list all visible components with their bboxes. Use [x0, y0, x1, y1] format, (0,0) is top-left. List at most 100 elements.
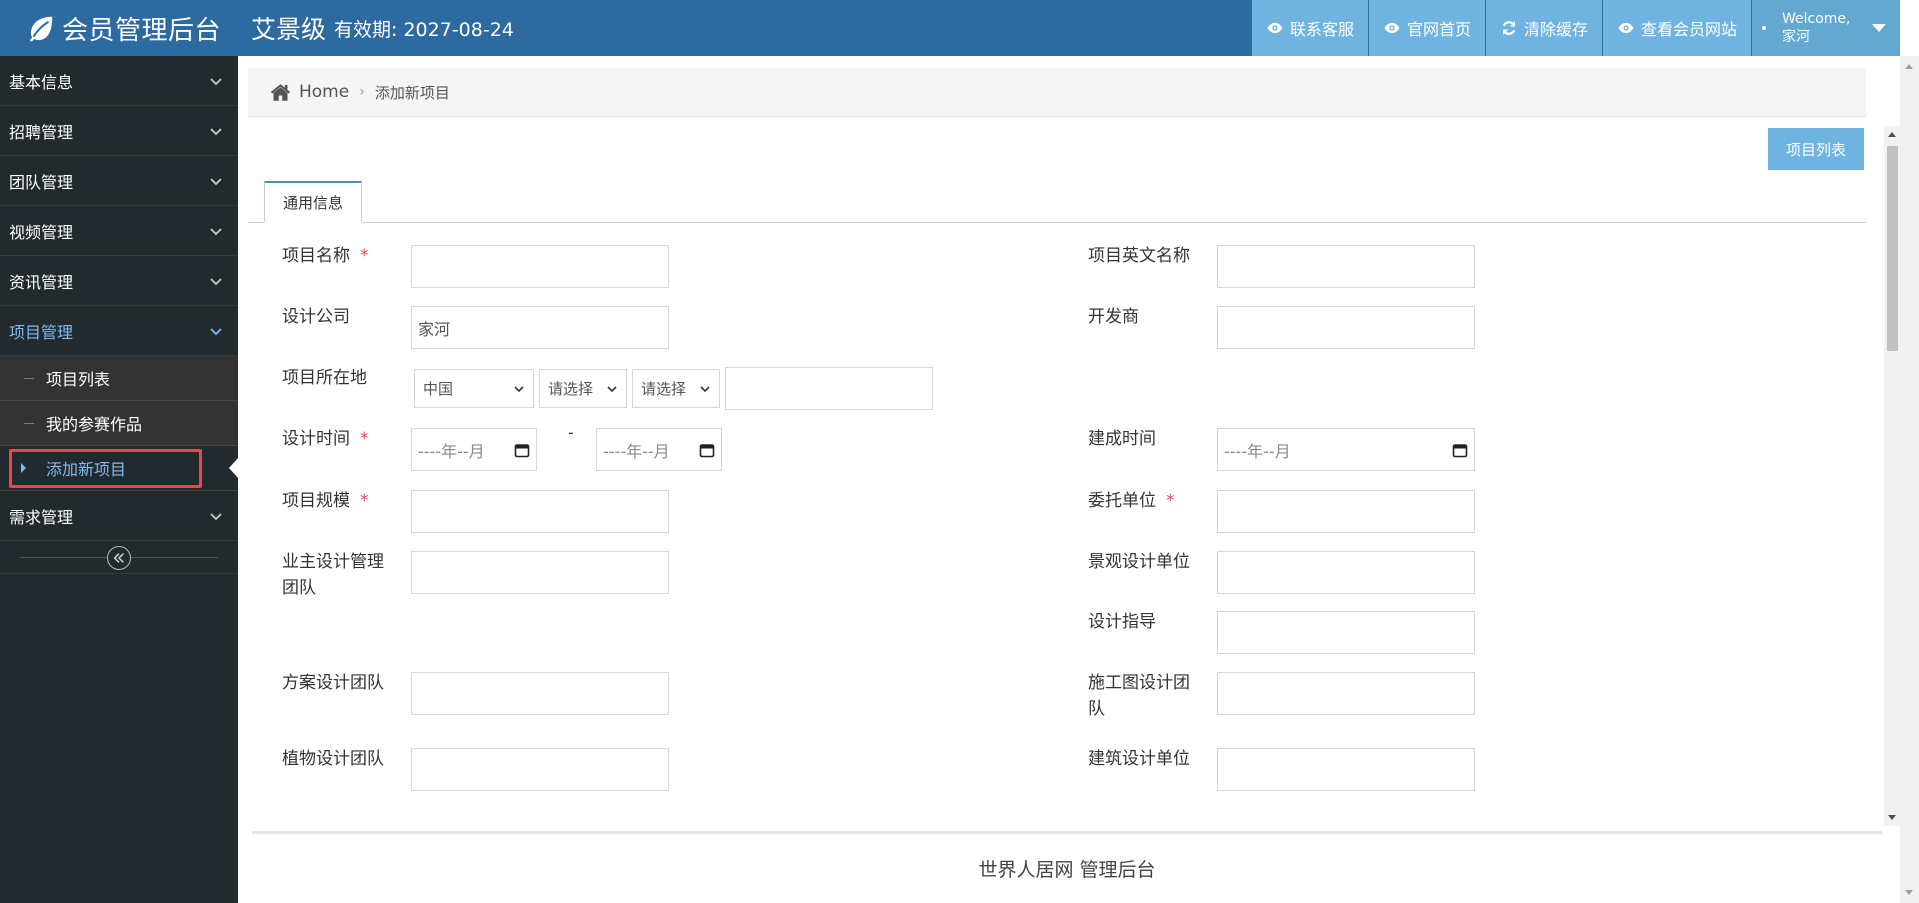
- design-time-end-input[interactable]: ----年--月: [596, 428, 722, 471]
- user-name: 家河: [1782, 29, 1810, 45]
- sidebar-item-basic-info[interactable]: 基本信息: [0, 56, 238, 106]
- sidebar-item-label: 视频管理: [9, 222, 74, 242]
- eye-icon: [1267, 22, 1283, 34]
- sidebar-subitem-project-list[interactable]: 项目列表: [0, 356, 238, 401]
- user-menu[interactable]: Welcome, 家河: [1751, 0, 1900, 56]
- chevron-down-icon: [210, 127, 222, 135]
- required-mark: *: [1166, 491, 1175, 511]
- view-member-site-button[interactable]: 查看会员网站: [1601, 0, 1751, 56]
- contact-service-button[interactable]: 联系客服: [1250, 0, 1368, 56]
- architecture-unit-input[interactable]: [1217, 748, 1475, 791]
- refresh-icon: [1502, 21, 1516, 35]
- design-company-input[interactable]: 家河: [411, 306, 669, 349]
- project-name-label: 项目名称 *: [282, 246, 369, 266]
- plant-team-label: 植物设计团队: [282, 749, 384, 769]
- date-range-dash: -: [568, 423, 574, 442]
- sidebar-item-label: 需求管理: [9, 507, 74, 527]
- completion-time-input[interactable]: ----年--月: [1217, 428, 1475, 471]
- construction-team-label: 施工图设计团队: [1088, 673, 1190, 719]
- province-value: 请选择: [548, 380, 594, 398]
- sidebar-item-label: 资讯管理: [9, 272, 74, 292]
- city-select[interactable]: 请选择: [632, 369, 720, 408]
- breadcrumb-home-link[interactable]: Home: [299, 82, 349, 102]
- construction-team-input[interactable]: [1217, 672, 1475, 715]
- province-select[interactable]: 请选择: [539, 369, 627, 408]
- sidebar-subitem-add-project[interactable]: 添加新项目: [0, 446, 238, 491]
- owner-team-input[interactable]: [411, 551, 669, 594]
- tab-general-info[interactable]: 通用信息: [264, 181, 362, 223]
- caret-down-icon: [1872, 24, 1886, 32]
- sidebar-item-label: 基本信息: [9, 72, 74, 92]
- calendar-icon: [514, 443, 530, 457]
- chevron-down-icon: [514, 385, 524, 392]
- address-input[interactable]: [725, 367, 933, 410]
- project-list-button[interactable]: 项目列表: [1768, 128, 1864, 170]
- active-notch: [229, 458, 238, 478]
- sidebar-item-label: 招聘管理: [9, 122, 74, 142]
- contact-service-label: 联系客服: [1289, 20, 1354, 39]
- project-name-input[interactable]: [411, 245, 669, 288]
- sidebar-item-news[interactable]: 资讯管理: [0, 256, 238, 306]
- chevron-down-icon: [210, 227, 222, 235]
- expiry-date: 有效期: 2027-08-24: [334, 18, 514, 41]
- subitem-label: 添加新项目: [46, 460, 127, 479]
- developer-label: 开发商: [1088, 307, 1139, 327]
- country-select[interactable]: 中国: [414, 369, 534, 408]
- plant-team-input[interactable]: [411, 748, 669, 791]
- caret-right-icon: [21, 463, 26, 473]
- brand: 会员管理后台 艾景级 有效期: 2027-08-24: [26, 10, 514, 46]
- scrollbar-thumb[interactable]: [1887, 146, 1898, 351]
- nav-buttons: 联系客服 官网首页 清除缓存 查看会员网站 Welcome, 家河: [1250, 0, 1900, 56]
- brand-title: 会员管理后台: [62, 15, 222, 46]
- design-company-label: 设计公司: [282, 307, 350, 327]
- sidebar-item-video[interactable]: 视频管理: [0, 206, 238, 256]
- developer-input[interactable]: [1217, 306, 1475, 349]
- project-submenu: 项目列表 我的参赛作品 添加新项目: [0, 356, 238, 491]
- sidebar-item-label: 项目管理: [9, 322, 74, 342]
- date-placeholder: ----年--月: [1224, 441, 1291, 461]
- footer-text: 世界人居网 管理后台: [978, 859, 1156, 881]
- required-mark: *: [360, 491, 369, 511]
- sidebar-subitem-my-entries[interactable]: 我的参赛作品: [0, 401, 238, 446]
- project-en-name-label: 项目英文名称: [1088, 246, 1190, 266]
- project-en-name-input[interactable]: [1217, 245, 1475, 288]
- scale-label: 项目规模 *: [282, 491, 369, 511]
- sidebar-item-demand[interactable]: 需求管理: [0, 491, 238, 541]
- chevron-down-icon: [210, 327, 222, 335]
- calendar-icon: [1452, 443, 1468, 457]
- scale-input[interactable]: [411, 490, 669, 533]
- double-chevron-left-icon: [113, 553, 124, 563]
- view-member-site-label: 查看会员网站: [1640, 20, 1737, 39]
- panel-scrollbar[interactable]: [1884, 126, 1900, 826]
- avatar-dot: [1762, 26, 1766, 30]
- chevron-down-icon: [210, 77, 222, 85]
- collapse-sidebar-button[interactable]: [107, 546, 131, 570]
- guidance-input[interactable]: [1217, 611, 1475, 654]
- org-name: 艾景级: [251, 15, 327, 44]
- required-mark: *: [360, 429, 369, 449]
- chevron-down-icon: [210, 177, 222, 185]
- date-placeholder: ----年--月: [418, 441, 485, 461]
- page-scrollbar[interactable]: [1900, 56, 1919, 903]
- subitem-label: 项目列表: [46, 370, 111, 389]
- city-value: 请选择: [641, 380, 687, 398]
- eye-icon: [1618, 22, 1634, 34]
- chevron-down-icon: [607, 385, 617, 392]
- official-site-label: 官网首页: [1406, 20, 1471, 39]
- completion-time-label: 建成时间: [1088, 429, 1156, 449]
- sidebar-collapse-bar: [0, 541, 238, 574]
- scroll-down-icon: [1905, 890, 1913, 895]
- sidebar-item-recruitment[interactable]: 招聘管理: [0, 106, 238, 156]
- client-label: 委托单位 *: [1088, 491, 1175, 511]
- design-time-start-input[interactable]: ----年--月: [411, 428, 537, 471]
- tab-bar: 通用信息: [248, 181, 1866, 223]
- scroll-down-icon: [1888, 815, 1896, 820]
- official-site-button[interactable]: 官网首页: [1367, 0, 1485, 56]
- clear-cache-button[interactable]: 清除缓存: [1484, 0, 1602, 56]
- sidebar-item-team[interactable]: 团队管理: [0, 156, 238, 206]
- eye-icon: [1384, 22, 1400, 34]
- sidebar-item-project[interactable]: 项目管理: [0, 306, 238, 356]
- client-input[interactable]: [1217, 490, 1475, 533]
- landscape-unit-input[interactable]: [1217, 551, 1475, 594]
- scheme-team-input[interactable]: [411, 672, 669, 715]
